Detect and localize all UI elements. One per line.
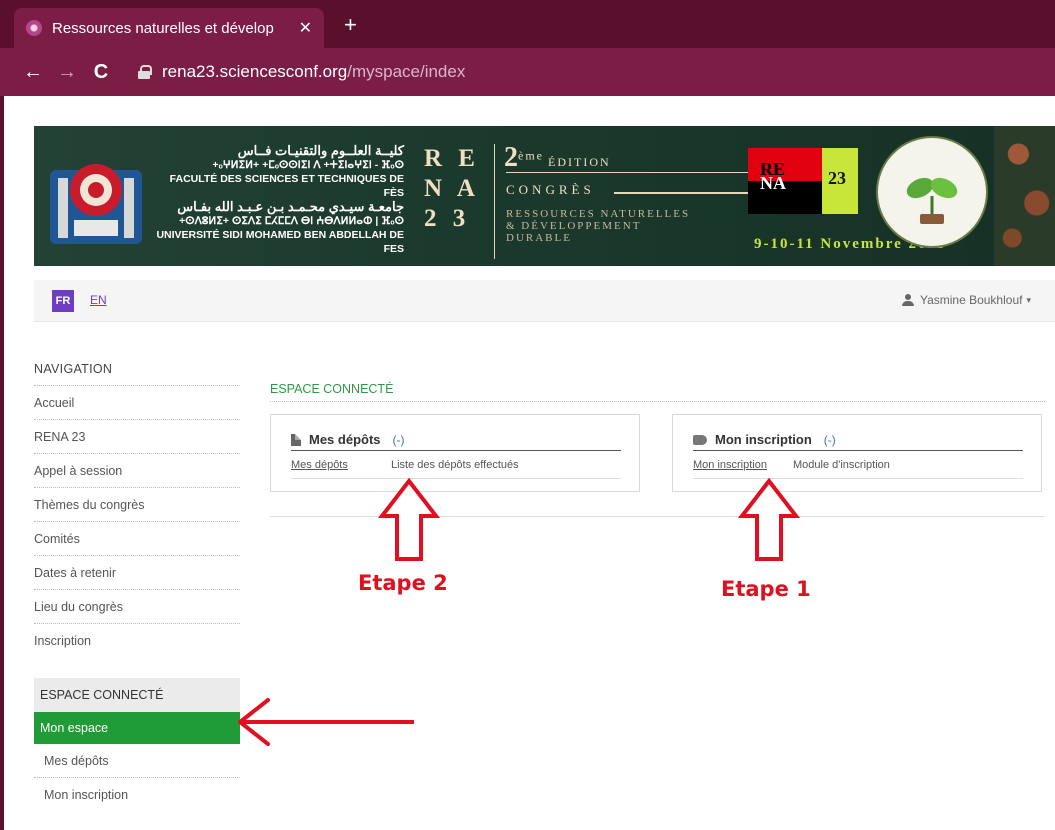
mon-inscription-link[interactable]: Mon inscription — [693, 459, 793, 478]
banner-flowers-image — [994, 126, 1055, 266]
faculty-logo-icon — [50, 164, 142, 244]
lang-en-link[interactable]: EN — [90, 293, 107, 307]
forward-button[interactable]: → — [50, 61, 84, 84]
page-title: ESPACE CONNECTÉ — [270, 382, 1045, 402]
tab-title: Ressources naturelles et dévelop — [52, 19, 274, 37]
arrow-up-icon — [378, 478, 440, 561]
sidebar-item-rena23[interactable]: RENA 23 — [34, 420, 240, 454]
rena-logo-text: R E N A 2 3 — [424, 145, 480, 232]
theme-label: RESSOURCES NATURELLES & DÉVELOPPEMENT DU… — [506, 208, 691, 244]
panel-row: Mon inscription Module d'inscription — [693, 459, 1023, 479]
plant-icon — [906, 177, 958, 224]
window-border — [0, 96, 4, 830]
panel-description: Liste des dépôts effectués — [391, 459, 519, 471]
faculty-name: كليــة العلــوم والتقنيـات فــاس +ₒⵖⵍⵉⵍ+… — [156, 143, 404, 256]
hand-icon — [693, 434, 707, 445]
panel-mes-depots: Mes dépôts (-) Mes dépôts Liste des dépô… — [270, 414, 640, 492]
nav-heading: NAVIGATION — [34, 350, 240, 386]
chevron-down-icon: ▾ — [1026, 294, 1031, 305]
user-name: Yasmine Boukhlouf — [919, 293, 1023, 307]
user-menu[interactable]: Yasmine Boukhlouf ▾ — [901, 293, 1031, 307]
url-path: /myspace/index — [347, 62, 466, 81]
space-heading: ESPACE CONNECTÉ — [34, 678, 240, 712]
panel-header: Mon inscription (-) — [693, 429, 1023, 451]
sidebar-item-dates[interactable]: Dates à retenir — [34, 556, 240, 590]
sidebar-item-comites[interactable]: Comités — [34, 522, 240, 556]
address-bar: ← → C rena23.sciencesconf.org/myspace/in… — [0, 48, 1055, 96]
sidebar-item-lieu[interactable]: Lieu du congrès — [34, 590, 240, 624]
conference-banner[interactable]: كليــة العلــوم والتقنيـات فــاس +ₒⵖⵍⵉⵍ+… — [34, 126, 1055, 266]
sidebar-item-mes-depots[interactable]: Mes dépôts — [34, 744, 240, 778]
arrow-left-icon — [238, 698, 414, 746]
lock-icon — [138, 65, 152, 79]
banner-divider — [494, 144, 495, 259]
sidebar-item-appel[interactable]: Appel à session — [34, 454, 240, 488]
sidebar-item-mon-espace[interactable]: Mon espace — [34, 712, 240, 744]
url-field[interactable]: rena23.sciencesconf.org/myspace/index — [138, 62, 465, 82]
browser-tab-bar: Ressources naturelles et dévelop ✕ + — [0, 0, 1055, 48]
banner-line — [614, 192, 754, 194]
banner-line — [506, 172, 756, 173]
sidebar: NAVIGATION Accueil RENA 23 Appel à sessi… — [34, 350, 240, 812]
reload-button[interactable]: C — [84, 61, 118, 84]
lang-fr-button[interactable]: FR — [52, 290, 74, 312]
mes-depots-link[interactable]: Mes dépôts — [291, 459, 391, 478]
document-icon — [291, 433, 301, 446]
sidebar-item-accueil[interactable]: Accueil — [34, 386, 240, 420]
language-bar: FR EN Yasmine Boukhlouf ▾ — [34, 280, 1055, 322]
panel-row: Mes dépôts Liste des dépôts effectués — [291, 459, 621, 479]
step2-label: Etape 2 — [358, 571, 448, 595]
arrow-up-icon — [738, 478, 800, 561]
panel-count: (-) — [823, 432, 836, 447]
new-tab-button[interactable]: + — [344, 12, 357, 38]
close-tab-icon[interactable]: ✕ — [299, 18, 312, 38]
congres-label: CONGRÈS — [506, 182, 595, 197]
user-icon — [901, 294, 914, 306]
panel-description: Module d'inscription — [793, 459, 890, 471]
panel-header: Mes dépôts (-) — [291, 429, 621, 451]
url-host: rena23.sciencesconf.org — [162, 62, 348, 81]
panel-title: Mes dépôts — [309, 432, 381, 447]
panel-mon-inscription: Mon inscription (-) Mon inscription Modu… — [672, 414, 1042, 492]
browser-tab[interactable]: Ressources naturelles et dévelop ✕ — [14, 8, 324, 48]
rena23-logo: RE NA 23 — [748, 148, 858, 214]
favicon-icon — [26, 20, 42, 36]
sidebar-item-mon-inscription[interactable]: Mon inscription — [34, 778, 240, 812]
sidebar-item-themes[interactable]: Thèmes du congrès — [34, 488, 240, 522]
sidebar-item-inscription[interactable]: Inscription — [34, 624, 240, 658]
back-button[interactable]: ← — [16, 61, 50, 84]
edition-label: 2ème ÉDITION — [504, 142, 611, 173]
panel-count: (-) — [392, 432, 405, 447]
step1-label: Etape 1 — [721, 577, 811, 601]
panel-title: Mon inscription — [715, 432, 812, 447]
